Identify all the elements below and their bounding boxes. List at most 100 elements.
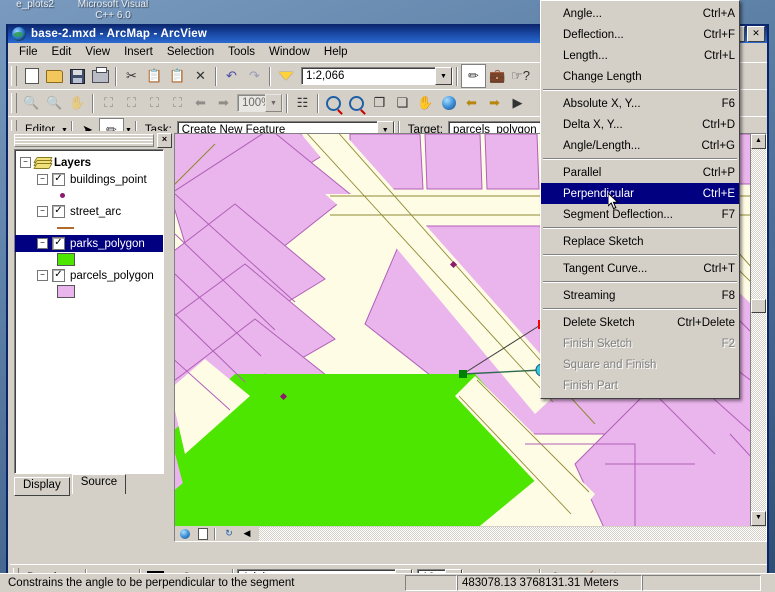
chevron-down-icon[interactable]: ▼ bbox=[435, 67, 452, 85]
ctx-item-parallel[interactable]: Parallel Ctrl+P bbox=[541, 162, 739, 183]
toc-symbol-parcels_polygon[interactable] bbox=[15, 284, 163, 299]
page-back-icon[interactable]: ⬅ bbox=[189, 92, 212, 114]
close-button[interactable]: ✕ bbox=[747, 25, 765, 42]
refresh-icon[interactable]: ↻ bbox=[221, 527, 237, 541]
right-arrow-icon[interactable]: ➡ bbox=[483, 92, 506, 114]
desktop-icon-label-0[interactable]: e_plots2 bbox=[4, 0, 66, 10]
page-fixed-zoom-in-icon[interactable]: ⛶ bbox=[97, 92, 120, 114]
print-button[interactable] bbox=[89, 65, 112, 87]
scroll-down-icon[interactable]: ▼ bbox=[751, 511, 766, 526]
toc-layer-buildings_point[interactable]: − ✓ buildings_point bbox=[15, 171, 163, 188]
ctx-item-delta-xy[interactable]: Delta X, Y... Ctrl+D bbox=[541, 114, 739, 135]
menu-help[interactable]: Help bbox=[317, 44, 355, 60]
expand-collapse-icon[interactable]: − bbox=[37, 270, 48, 281]
chevron-down-icon[interactable]: ▼ bbox=[265, 94, 282, 112]
copy-button[interactable]: 📋 bbox=[143, 65, 166, 87]
ctx-item-streaming[interactable]: Streaming F8 bbox=[541, 285, 739, 306]
layer-visibility-checkbox[interactable]: ✓ bbox=[52, 205, 65, 218]
toc-root-layers[interactable]: − Layers bbox=[15, 154, 163, 171]
toc-drag-bars[interactable] bbox=[14, 133, 154, 147]
cut-button[interactable]: ✂ bbox=[120, 65, 143, 87]
menu-window[interactable]: Window bbox=[262, 44, 317, 60]
hand-icon[interactable]: ✋ bbox=[414, 92, 437, 114]
editor-toolbar-button[interactable]: ✏ bbox=[461, 64, 486, 88]
ctx-item-angle[interactable]: Angle... Ctrl+A bbox=[541, 3, 739, 24]
layout-zoom-combo[interactable]: 100% ▼ bbox=[237, 94, 283, 112]
left-arrow-icon[interactable]: ⬅ bbox=[460, 92, 483, 114]
toc-symbol-street_arc[interactable] bbox=[15, 220, 163, 235]
ctx-item-angle-length[interactable]: Angle/Length... Ctrl+G bbox=[541, 135, 739, 156]
whole-page-icon[interactable]: ⛶ bbox=[143, 92, 166, 114]
menu-view[interactable]: View bbox=[78, 44, 117, 60]
menu-tools[interactable]: Tools bbox=[221, 44, 262, 60]
delete-button[interactable]: ✕ bbox=[189, 65, 212, 87]
map-scale-combo[interactable]: 1:2,066 ▼ bbox=[301, 67, 453, 85]
toc-layer-list[interactable]: − Layers − ✓ buildings_point − ✓ street_… bbox=[14, 149, 164, 474]
map-vertical-scrollbar[interactable]: ▲ ▼ bbox=[750, 134, 766, 526]
arrows-in-icon[interactable]: ❒ bbox=[368, 92, 391, 114]
menu-edit[interactable]: Edit bbox=[45, 44, 79, 60]
one-to-one-icon[interactable]: ⛶ bbox=[166, 92, 189, 114]
desktop-icon-label-1[interactable]: Microsoft Visual C++ 6.0 bbox=[68, 0, 158, 21]
page-pan-icon[interactable]: ✋ bbox=[66, 92, 89, 114]
expand-collapse-icon[interactable]: − bbox=[37, 238, 48, 249]
layer-visibility-checkbox[interactable]: ✓ bbox=[52, 237, 65, 250]
toolbar-grip[interactable] bbox=[11, 66, 17, 86]
select-arrow-icon[interactable]: ▶ bbox=[506, 92, 529, 114]
expand-collapse-icon[interactable]: − bbox=[37, 174, 48, 185]
layer-visibility-checkbox[interactable]: ✓ bbox=[52, 173, 65, 186]
open-folder-icon[interactable] bbox=[43, 65, 66, 87]
menu-file[interactable]: File bbox=[12, 44, 45, 60]
toolbar-grip[interactable] bbox=[11, 93, 17, 113]
scroll-thumb[interactable] bbox=[751, 299, 766, 313]
menu-selection[interactable]: Selection bbox=[160, 44, 221, 60]
layout-view-button[interactable] bbox=[195, 527, 211, 541]
redo-arrow-icon[interactable]: ↷ bbox=[243, 65, 266, 87]
yellow-plus-diamond-icon[interactable] bbox=[274, 65, 297, 87]
toc-layer-street_arc[interactable]: − ✓ street_arc bbox=[15, 203, 163, 220]
arrows-out-icon[interactable]: ❑ bbox=[391, 92, 414, 114]
ctx-accel: Ctrl+L bbox=[704, 49, 735, 62]
draft-mode-icon[interactable]: ☷ bbox=[291, 92, 314, 114]
map-horizontal-scrollbar[interactable] bbox=[259, 526, 766, 541]
page-fixed-zoom-out-icon[interactable]: ⛶ bbox=[120, 92, 143, 114]
tab-display[interactable]: Display bbox=[14, 477, 70, 496]
magnifier-plus-icon[interactable] bbox=[322, 92, 345, 114]
ctx-accel: Ctrl+F bbox=[703, 28, 735, 41]
scroll-up-icon[interactable]: ▲ bbox=[751, 134, 766, 149]
toolbox-icon[interactable]: 💼 bbox=[486, 65, 509, 87]
ctx-item-change-length[interactable]: Change Length bbox=[541, 66, 739, 87]
data-view-button[interactable] bbox=[177, 527, 193, 541]
ctx-item-deflection[interactable]: Deflection... Ctrl+F bbox=[541, 24, 739, 45]
toc-symbol-parks_polygon[interactable] bbox=[15, 252, 163, 267]
page-zoom-in-icon[interactable]: 🔍 bbox=[20, 92, 43, 114]
tab-source[interactable]: Source bbox=[71, 474, 127, 494]
close-toc-icon[interactable]: × bbox=[157, 132, 172, 148]
magnifier-minus-icon[interactable] bbox=[345, 92, 368, 114]
toc-layer-parcels_polygon[interactable]: − ✓ parcels_polygon bbox=[15, 267, 163, 284]
ctx-item-delete-sketch[interactable]: Delete Sketch Ctrl+Delete bbox=[541, 312, 739, 333]
menu-insert[interactable]: Insert bbox=[117, 44, 160, 60]
sketch-constraints-context-menu[interactable]: Angle... Ctrl+A Deflection... Ctrl+F Len… bbox=[540, 0, 740, 399]
save-button[interactable] bbox=[66, 65, 89, 87]
paste-button[interactable]: 📋 bbox=[166, 65, 189, 87]
ctx-item-replace-sketch[interactable]: Replace Sketch bbox=[541, 231, 739, 252]
toc-layer-parks_polygon[interactable]: − ✓ parks_polygon bbox=[15, 235, 163, 252]
undo-arrow-icon[interactable]: ↶ bbox=[220, 65, 243, 87]
layer-visibility-checkbox[interactable]: ✓ bbox=[52, 269, 65, 282]
ctx-item-segment-deflection[interactable]: Segment Deflection... F7 bbox=[541, 204, 739, 225]
ctx-item-length[interactable]: Length... Ctrl+L bbox=[541, 45, 739, 66]
ctx-item-perpendicular[interactable]: Perpendicular Ctrl+E bbox=[541, 183, 739, 204]
new-document-button[interactable] bbox=[20, 65, 43, 87]
pause-arrow-icon[interactable]: ◀ bbox=[239, 527, 255, 541]
toc-symbol-buildings_point[interactable] bbox=[15, 188, 163, 203]
ctx-item-tangent-curve[interactable]: Tangent Curve... Ctrl+T bbox=[541, 258, 739, 279]
ctx-label: Finish Part bbox=[563, 379, 618, 392]
page-forward-icon[interactable]: ➡ bbox=[212, 92, 235, 114]
arrow-question-icon[interactable]: ☞? bbox=[509, 65, 532, 87]
page-zoom-out-icon[interactable]: 🔍 bbox=[43, 92, 66, 114]
expand-collapse-icon[interactable]: − bbox=[37, 206, 48, 217]
expand-collapse-icon[interactable]: − bbox=[20, 157, 31, 168]
globe-icon[interactable] bbox=[437, 92, 460, 114]
ctx-item-absolute-xy[interactable]: Absolute X, Y... F6 bbox=[541, 93, 739, 114]
